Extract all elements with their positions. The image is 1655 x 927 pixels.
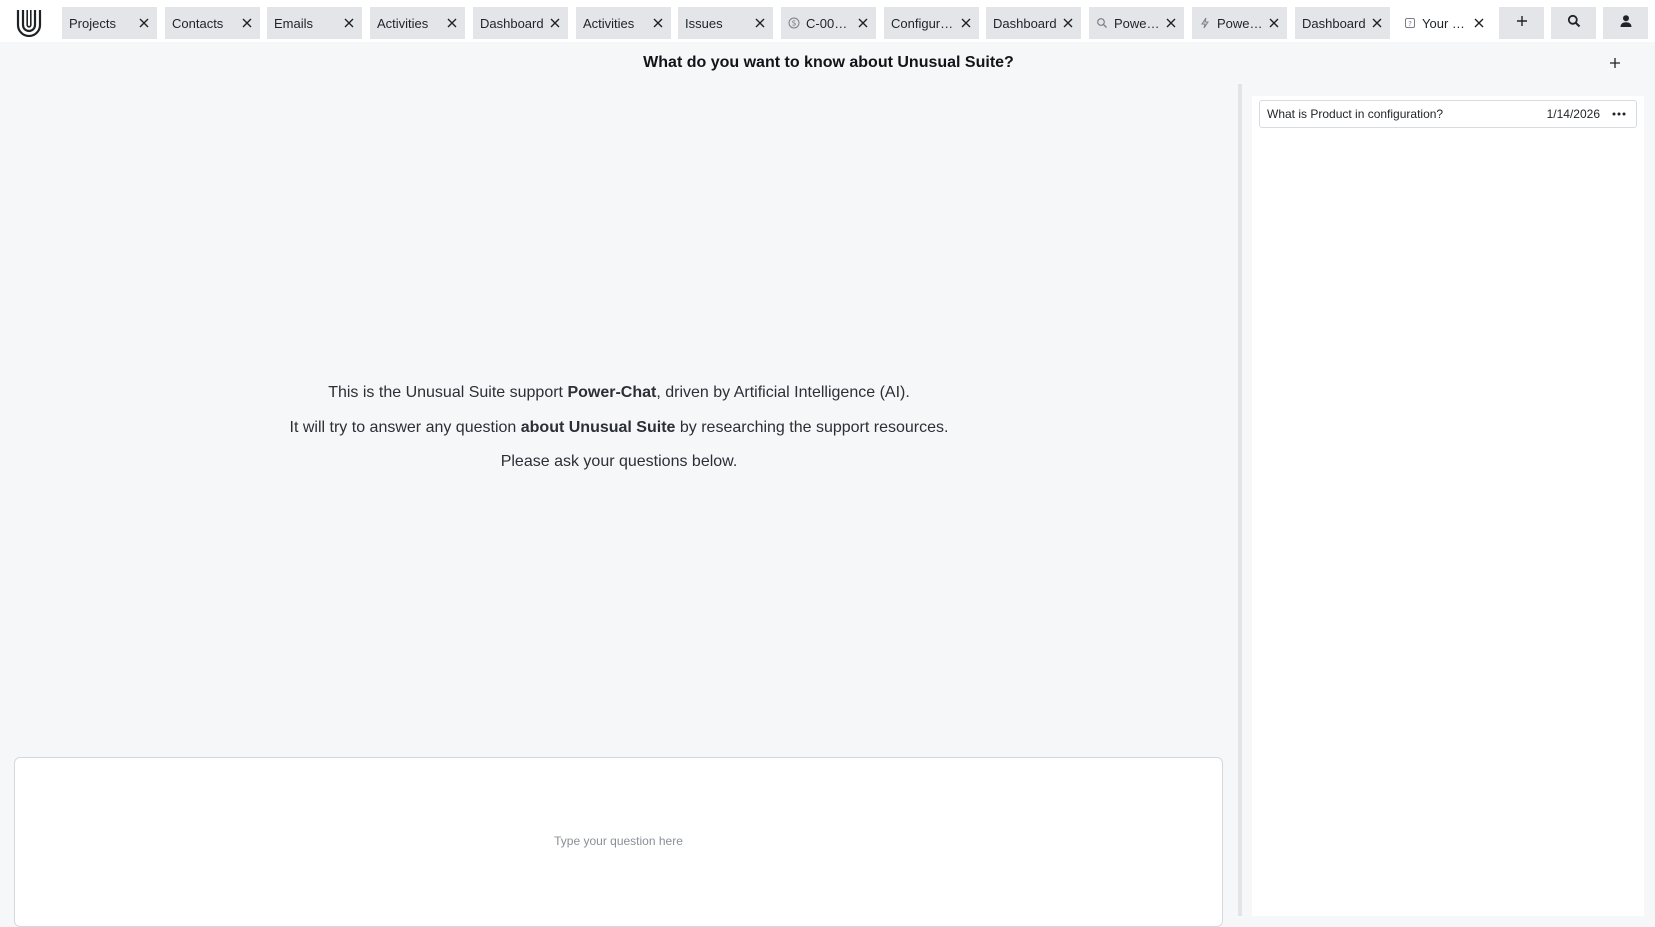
- tab-label: Activities: [583, 15, 635, 31]
- tab-label: Configurat…: [891, 15, 955, 31]
- tab-label: Dashboard: [993, 15, 1057, 31]
- close-icon[interactable]: [445, 16, 459, 30]
- close-icon[interactable]: [342, 16, 356, 30]
- tab-label: C-0000…: [806, 15, 852, 31]
- history-item-question: What is Product in configuration?: [1267, 107, 1444, 121]
- close-icon[interactable]: [548, 16, 562, 30]
- tab-issues[interactable]: Issues: [678, 7, 773, 39]
- question-input-container: [14, 757, 1223, 927]
- intro-line-3: Please ask your questions below.: [500, 453, 738, 470]
- chat-history-panel: What is Product in configuration? 1/14/2…: [1252, 96, 1644, 916]
- tab-activities[interactable]: Activities: [370, 7, 465, 39]
- tab-quote[interactable]: $ C-0000…: [781, 7, 876, 39]
- close-icon[interactable]: [1061, 16, 1075, 30]
- tab-label: Activities: [377, 15, 429, 31]
- search-icon: [1096, 17, 1108, 29]
- new-chat-button[interactable]: [1603, 53, 1627, 77]
- tab-emails[interactable]: Emails: [267, 7, 362, 39]
- tab-label: Power-…: [1114, 15, 1160, 31]
- tab-activities[interactable]: Activities: [576, 7, 671, 39]
- app-logo-icon[interactable]: [10, 7, 48, 39]
- close-icon[interactable]: [240, 16, 254, 30]
- top-tab-bar: Projects Contacts Emails Activities Dash…: [0, 0, 1655, 42]
- tab-label: Your q…: [1422, 15, 1468, 31]
- tab-label: Dashboard: [1302, 15, 1366, 31]
- close-icon[interactable]: [1472, 16, 1486, 30]
- question-input[interactable]: [15, 758, 1222, 898]
- intro-text-bold: about Unusual Suite: [520, 418, 676, 436]
- add-tab-button[interactable]: [1499, 7, 1544, 39]
- tab-label: Projects: [69, 15, 116, 31]
- close-icon[interactable]: [959, 16, 973, 30]
- intro-text-bold: Power-Chat: [567, 384, 657, 401]
- global-search-button[interactable]: [1551, 7, 1596, 39]
- user-icon: [1619, 14, 1633, 33]
- history-item[interactable]: What is Product in configuration? 1/14/2…: [1259, 100, 1637, 128]
- tab-contacts[interactable]: Contacts: [165, 7, 260, 39]
- tab-dashboard[interactable]: Dashboard: [473, 7, 568, 39]
- close-icon[interactable]: [651, 16, 665, 30]
- intro-text: , driven by Artificial Intelligence (AI)…: [656, 384, 910, 401]
- close-icon[interactable]: [137, 16, 151, 30]
- intro-text: It will try to answer any question: [289, 418, 521, 436]
- history-item-date: 1/14/2026: [1546, 107, 1600, 121]
- tab-dashboard[interactable]: Dashboard: [986, 7, 1081, 39]
- more-horizontal-icon[interactable]: [1610, 105, 1628, 123]
- plus-icon: [1609, 56, 1621, 74]
- svg-text:?: ?: [1408, 20, 1412, 28]
- tab-label: Power-…: [1217, 15, 1263, 31]
- tab-label: Dashboard: [480, 15, 544, 31]
- dollar-circle-icon: $: [788, 17, 800, 29]
- question-icon: ?: [1404, 17, 1416, 29]
- close-icon[interactable]: [1164, 16, 1178, 30]
- close-icon[interactable]: [753, 16, 767, 30]
- tab-power-action[interactable]: Power-…: [1192, 7, 1287, 39]
- page-title-text: What do you want to know about Unusual S…: [643, 54, 1014, 71]
- tab-dashboard[interactable]: Dashboard: [1295, 7, 1390, 39]
- panel-resize-handle[interactable]: [1238, 84, 1242, 916]
- tab-label: Contacts: [172, 15, 224, 31]
- intro-message: This is the Unusual Suite support Power-…: [0, 376, 1238, 480]
- lightning-icon: [1199, 17, 1211, 29]
- tab-power-search[interactable]: Power-…: [1089, 7, 1184, 39]
- svg-text:$: $: [792, 19, 797, 28]
- tab-label: Issues: [685, 15, 723, 31]
- user-menu-button[interactable]: [1603, 7, 1648, 39]
- intro-line-2: It will try to answer any question about…: [0, 411, 1238, 446]
- close-icon[interactable]: [856, 16, 870, 30]
- plus-icon: [1516, 14, 1528, 32]
- close-icon[interactable]: [1370, 16, 1384, 30]
- tab-configuration[interactable]: Configurat…: [884, 7, 979, 39]
- page-title: What do you want to know about Unusual S…: [0, 54, 1655, 72]
- tab-label: Emails: [274, 15, 314, 31]
- search-icon: [1567, 14, 1581, 33]
- intro-text: by researching the support resources.: [675, 418, 949, 436]
- close-icon[interactable]: [1267, 16, 1281, 30]
- intro-text: This is the Unusual Suite support: [328, 384, 568, 401]
- intro-line-1: This is the Unusual Suite support Power-…: [0, 376, 1238, 411]
- tab-projects[interactable]: Projects: [62, 7, 157, 39]
- tab-your-question[interactable]: ? Your q…: [1397, 7, 1492, 39]
